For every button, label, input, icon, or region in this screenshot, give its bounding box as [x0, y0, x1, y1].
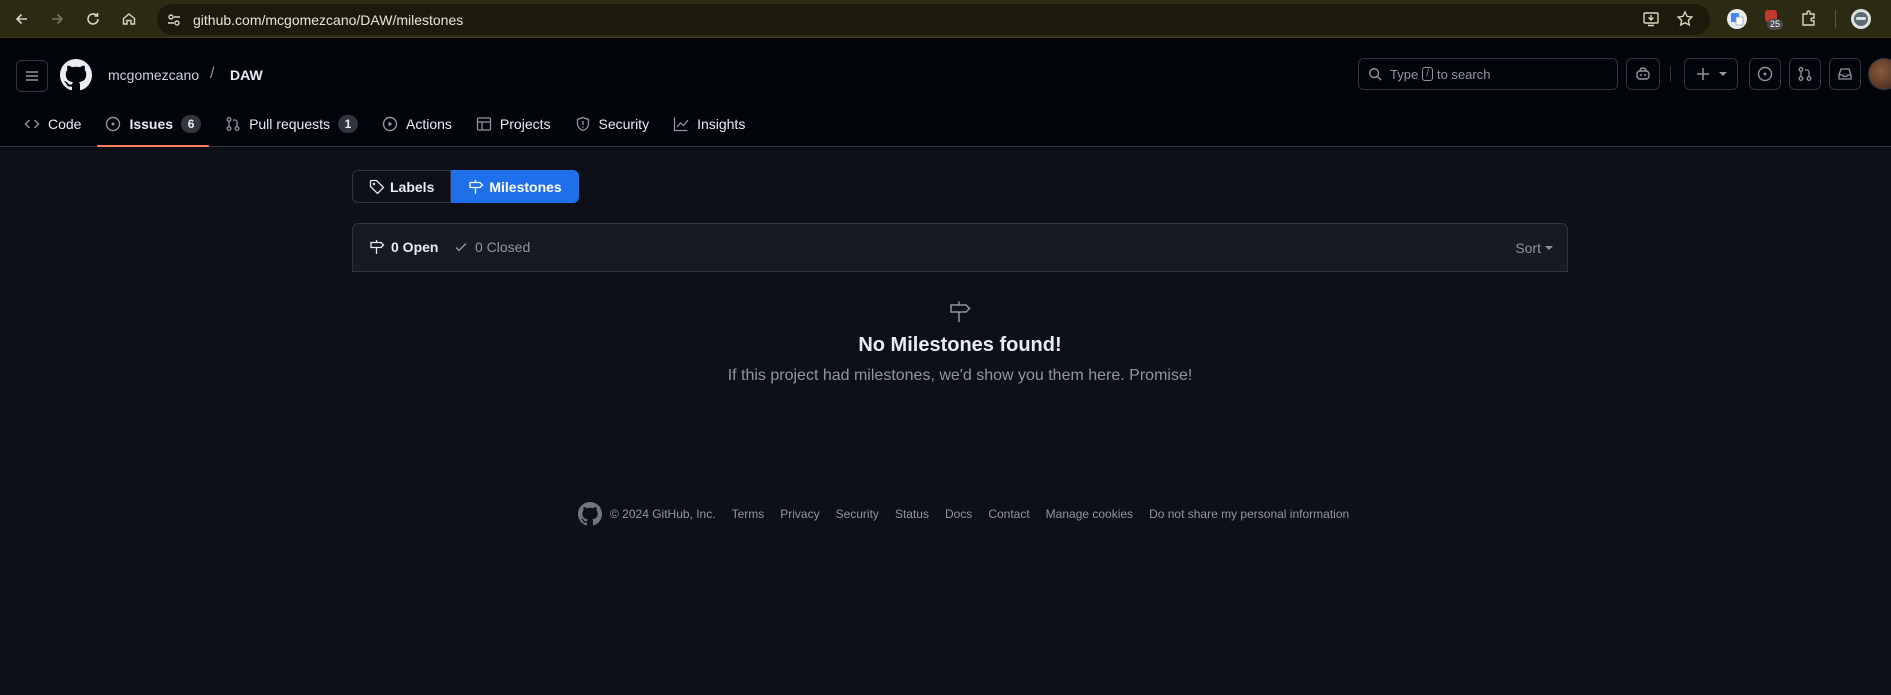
github-logo-icon[interactable] — [60, 59, 92, 91]
issue-opened-icon — [105, 116, 121, 132]
search-prefix: Type — [1390, 66, 1419, 82]
blankslate-title: No Milestones found! — [858, 334, 1062, 356]
milestones-list-header: 0 Open 0 Closed Sort — [352, 223, 1568, 272]
tab-label: Code — [48, 116, 82, 132]
create-new-button[interactable] — [1684, 58, 1738, 90]
extension-badge: 25 — [1767, 19, 1784, 30]
toolbar-divider — [1835, 10, 1836, 28]
reload-icon[interactable] — [81, 7, 105, 31]
tag-icon — [369, 179, 385, 195]
milestone-icon — [369, 239, 385, 255]
milestones-label: Milestones — [489, 178, 562, 195]
labels-button[interactable]: Labels — [352, 170, 452, 203]
shield-icon — [575, 116, 591, 132]
url-text: github.com/mcgomezcano/DAW/milestones — [193, 12, 464, 28]
closed-count: 0 Closed — [475, 239, 531, 255]
translate-extension-icon[interactable] — [1726, 8, 1748, 30]
footer-link-status[interactable]: Status — [895, 507, 929, 521]
tab-insights[interactable]: Insights — [665, 108, 753, 140]
pull-requests-button[interactable] — [1789, 58, 1821, 90]
open-count: 0 Open — [391, 239, 439, 255]
blankslate: No Milestones found! If this project had… — [352, 300, 1568, 385]
github-header: mcgomezcano / DAW Type / to search Code … — [0, 38, 1891, 147]
tab-label: Actions — [406, 116, 452, 132]
tab-actions[interactable]: Actions — [374, 108, 460, 140]
address-bar[interactable]: github.com/mcgomezcano/DAW/milestones — [157, 4, 1710, 35]
caret-down-icon — [1545, 246, 1553, 250]
breadcrumb-owner[interactable]: mcgomezcano — [108, 67, 199, 83]
browser-toolbar: github.com/mcgomezcano/DAW/milestones 25 — [0, 0, 1891, 38]
tab-label: Pull requests — [249, 116, 330, 132]
sort-label: Sort — [1515, 240, 1541, 256]
git-pull-request-icon — [1797, 66, 1813, 82]
search-input[interactable]: Type / to search — [1358, 58, 1618, 90]
tab-label: Insights — [697, 116, 746, 132]
inbox-icon — [1837, 66, 1853, 82]
blankslate-message: If this project had milestones, we'd sho… — [727, 367, 1193, 384]
avatar[interactable] — [1868, 58, 1891, 90]
footer-link-privacy[interactable]: Privacy — [780, 507, 819, 521]
open-milestones-filter[interactable]: 0 Open — [369, 239, 438, 255]
breadcrumb-separator: / — [210, 65, 215, 82]
footer-link-contact[interactable]: Contact — [988, 507, 1029, 521]
hamburger-icon — [24, 68, 40, 84]
repo-tabs: Code Issues 6 Pull requests 1 Actions Pr… — [16, 108, 761, 147]
tab-code[interactable]: Code — [16, 108, 89, 140]
labels-label: Labels — [390, 178, 435, 195]
search-icon — [1368, 67, 1382, 81]
search-suffix: to search — [1436, 66, 1491, 82]
footer-link-security[interactable]: Security — [836, 507, 879, 521]
footer-link-terms[interactable]: Terms — [732, 507, 765, 521]
footer: © 2024 GitHub, Inc. Terms Privacy Securi… — [578, 502, 1365, 526]
check-icon — [453, 239, 469, 255]
labels-milestones-subnav: Labels Milestones — [352, 170, 579, 203]
play-icon — [382, 116, 398, 132]
issue-opened-icon — [1757, 66, 1773, 82]
menu-button[interactable] — [16, 60, 48, 92]
footer-link-docs[interactable]: Docs — [945, 507, 972, 521]
install-app-icon[interactable] — [1642, 10, 1660, 28]
sort-dropdown[interactable]: Sort — [1515, 240, 1553, 256]
issues-button[interactable] — [1749, 58, 1781, 90]
footer-link-do-not-share[interactable]: Do not share my personal information — [1149, 507, 1349, 521]
closed-milestones-filter[interactable]: 0 Closed — [453, 239, 530, 255]
tab-pull-requests[interactable]: Pull requests 1 — [217, 108, 366, 140]
github-mark-icon[interactable] — [578, 502, 602, 526]
milestone-icon — [468, 179, 484, 195]
milestones-button[interactable]: Milestones — [451, 170, 579, 203]
forward-icon[interactable] — [45, 7, 69, 31]
tab-security[interactable]: Security — [567, 108, 658, 140]
triangle-down-icon — [1719, 70, 1727, 78]
bookmark-star-icon[interactable] — [1676, 10, 1694, 28]
plus-icon — [1695, 66, 1711, 82]
tab-label: Security — [598, 116, 650, 132]
extensions-puzzle-icon[interactable] — [1799, 8, 1819, 28]
tab-projects[interactable]: Projects — [468, 108, 559, 140]
profile-avatar-icon[interactable] — [1850, 8, 1872, 30]
copilot-icon — [1635, 66, 1651, 82]
tab-label: Issues — [129, 116, 174, 132]
tab-issues[interactable]: Issues 6 — [97, 108, 209, 147]
footer-copyright: © 2024 GitHub, Inc. — [610, 507, 716, 521]
git-pull-request-icon — [225, 116, 241, 132]
breadcrumb-repo[interactable]: DAW — [230, 67, 263, 83]
code-icon — [24, 116, 40, 132]
tab-label: Projects — [499, 116, 551, 132]
site-settings-icon[interactable] — [166, 12, 182, 28]
graph-icon — [673, 116, 689, 132]
pull-requests-counter: 1 — [338, 115, 358, 133]
milestone-icon — [948, 300, 972, 324]
header-divider — [1670, 66, 1671, 82]
footer-link-manage-cookies[interactable]: Manage cookies — [1046, 507, 1133, 521]
home-icon[interactable] — [117, 7, 141, 31]
inbox-button[interactable] — [1829, 58, 1861, 90]
table-icon — [476, 116, 492, 132]
search-shortcut-key: / — [1422, 67, 1433, 81]
issues-counter: 6 — [181, 115, 202, 133]
copilot-button[interactable] — [1626, 58, 1660, 90]
back-icon[interactable] — [10, 7, 34, 31]
